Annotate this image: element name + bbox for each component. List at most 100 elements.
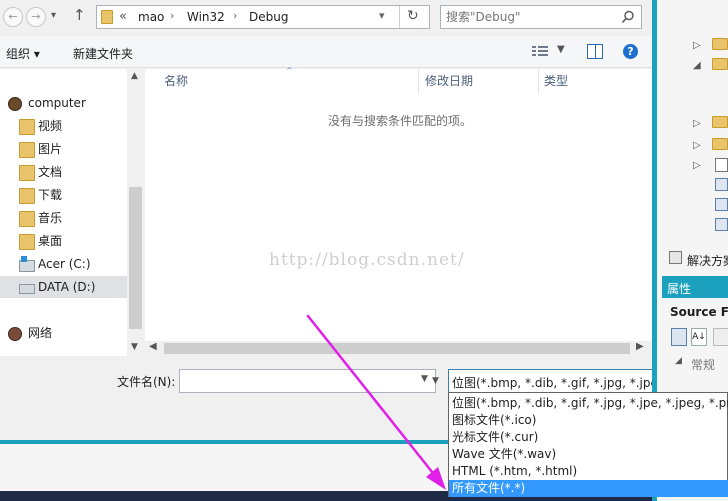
- command-toolbar: 组织 ▾ 新建文件夹 ▼ ?: [0, 36, 652, 68]
- filetype-option[interactable]: HTML (*.htm, *.html): [449, 463, 728, 480]
- file-icon: [715, 158, 728, 172]
- address-bar[interactable]: « mao › Win32 › Debug ▾ ↻: [96, 5, 430, 29]
- solution-explorer-icon: [669, 251, 682, 264]
- videos-folder-icon: [19, 119, 35, 135]
- resource-file-icon: [715, 218, 728, 231]
- preview-pane-button[interactable]: [587, 44, 603, 59]
- chevron-down-icon: ▾: [51, 10, 57, 21]
- scroll-down-icon[interactable]: ▼: [131, 342, 138, 352]
- new-folder-button[interactable]: 新建文件夹: [73, 45, 133, 62]
- folder-icon: [712, 116, 728, 128]
- scroll-thumb[interactable]: [164, 343, 630, 354]
- tree-expand-icon[interactable]: ▷: [693, 118, 701, 129]
- recent-locations-button[interactable]: ▾: [51, 10, 61, 21]
- tree-expand-icon[interactable]: ▷: [693, 40, 701, 51]
- filetype-dropdown-icon[interactable]: ▼: [432, 376, 442, 386]
- chevron-down-icon[interactable]: ▼: [421, 374, 428, 384]
- filetype-dropdown-list: 位图(*.bmp, *.dib, *.gif, *.jpg, *.jpe, *.…: [448, 392, 728, 497]
- tree-item-videos[interactable]: 视频: [0, 115, 127, 137]
- divider: [399, 6, 400, 28]
- column-divider: [418, 69, 419, 94]
- scroll-thumb[interactable]: [129, 187, 142, 329]
- tree-scrollbar[interactable]: ▲ ▼: [127, 69, 144, 356]
- column-header-date[interactable]: 修改日期: [425, 69, 473, 94]
- breadcrumb-separator-icon: ›: [233, 9, 238, 22]
- view-options-chevron-icon[interactable]: ▼: [557, 44, 565, 55]
- tree-item-network[interactable]: 网络: [0, 322, 127, 344]
- drive-icon: [19, 284, 35, 294]
- alphabetical-icon[interactable]: A↓: [691, 328, 707, 346]
- filetype-option[interactable]: Wave 文件(*.wav): [449, 446, 728, 463]
- windows-drive-icon: [19, 256, 35, 272]
- tree-item-desktop[interactable]: 桌面: [0, 230, 127, 252]
- navigation-pane: computer 视频 图片 文档 下载 音乐 桌面 Acer (C:) DAT…: [0, 69, 144, 356]
- filename-label: 文件名(N):: [117, 375, 176, 389]
- categorized-icon[interactable]: [671, 328, 687, 346]
- column-header-name[interactable]: 名称: [164, 69, 188, 94]
- tree-expand-icon[interactable]: ▷: [693, 140, 701, 151]
- solution-explorer-tab[interactable]: 解决方案: [687, 252, 728, 269]
- properties-object-name: Source File: [670, 305, 728, 319]
- properties-header: 属性: [662, 276, 728, 298]
- address-dropdown-icon[interactable]: ▾: [379, 9, 385, 22]
- music-folder-icon: [19, 211, 35, 227]
- category-label: 常规: [691, 358, 716, 372]
- documents-folder-icon: [19, 165, 35, 181]
- empty-message: 没有与搜索条件匹配的项。: [328, 114, 473, 128]
- filename-combobox[interactable]: ▼: [179, 369, 436, 393]
- tree-item-computer[interactable]: computer: [0, 92, 127, 114]
- computer-icon: [8, 97, 22, 111]
- search-input[interactable]: [444, 7, 614, 27]
- tree-item-music[interactable]: 音乐: [0, 207, 127, 229]
- tree-expand-icon[interactable]: ▷: [693, 160, 701, 171]
- help-icon[interactable]: ?: [623, 44, 638, 59]
- forward-arrow-icon: →: [31, 10, 41, 23]
- scroll-up-icon[interactable]: ▲: [131, 71, 138, 81]
- search-box[interactable]: [440, 5, 642, 29]
- back-arrow-icon: ←: [8, 10, 18, 23]
- filetype-option[interactable]: 位图(*.bmp, *.dib, *.gif, *.jpg, *.jpe, *.…: [449, 395, 728, 412]
- resource-file-icon: [715, 198, 728, 211]
- category-collapse-icon[interactable]: ◢: [675, 356, 682, 366]
- file-list: ^ 名称 修改日期 类型 没有与搜索条件匹配的项。 http://blog.cs…: [145, 66, 652, 341]
- breadcrumb-overflow[interactable]: «: [119, 9, 127, 24]
- list-scrollbar[interactable]: ◀ ▶: [145, 341, 652, 356]
- filename-input[interactable]: [182, 371, 412, 391]
- tree-item-documents[interactable]: 文档: [0, 161, 127, 183]
- folder-icon: [712, 138, 728, 150]
- folder-icon: [712, 58, 728, 70]
- up-arrow-icon: ↑: [73, 6, 86, 24]
- back-button[interactable]: ←: [3, 7, 23, 27]
- refresh-icon[interactable]: ↻: [407, 8, 419, 24]
- up-button[interactable]: ↑: [73, 6, 87, 24]
- property-pages-icon[interactable]: [713, 328, 728, 346]
- breadcrumb-segment-debug[interactable]: Debug: [249, 10, 288, 24]
- organize-menu-button[interactable]: 组织 ▾: [6, 45, 40, 62]
- forward-button[interactable]: →: [26, 7, 46, 27]
- column-divider: [538, 69, 539, 94]
- tree-item-pictures[interactable]: 图片: [0, 138, 127, 160]
- change-view-button[interactable]: [532, 45, 548, 58]
- network-icon: [8, 327, 22, 341]
- tree-collapse-icon[interactable]: ◢: [693, 60, 701, 71]
- resource-file-icon: [715, 178, 728, 191]
- filetype-option-selected[interactable]: 所有文件(*.*): [449, 480, 728, 497]
- breadcrumb-segment-mao[interactable]: mao: [138, 10, 164, 24]
- watermark: http://blog.csdn.net/: [269, 250, 465, 270]
- details-view-icon: [532, 46, 548, 56]
- desktop-folder-icon: [19, 234, 35, 250]
- filetype-option[interactable]: 图标文件(*.ico): [449, 412, 728, 429]
- search-icon[interactable]: [621, 10, 635, 24]
- breadcrumb-segment-win32[interactable]: Win32: [187, 10, 225, 24]
- tree-item-downloads[interactable]: 下载: [0, 184, 127, 206]
- tree-item-data-d[interactable]: DATA (D:): [0, 276, 127, 298]
- scroll-left-icon[interactable]: ◀: [149, 341, 157, 352]
- folder-icon: [712, 38, 728, 50]
- column-header-type[interactable]: 类型: [544, 69, 568, 94]
- pictures-folder-icon: [19, 142, 35, 158]
- tree-item-acer-c[interactable]: Acer (C:): [0, 253, 127, 275]
- filetype-option[interactable]: 光标文件(*.cur): [449, 429, 728, 446]
- scroll-right-icon[interactable]: ▶: [636, 341, 644, 352]
- preview-pane-icon: [595, 45, 596, 58]
- folder-icon: [101, 10, 113, 24]
